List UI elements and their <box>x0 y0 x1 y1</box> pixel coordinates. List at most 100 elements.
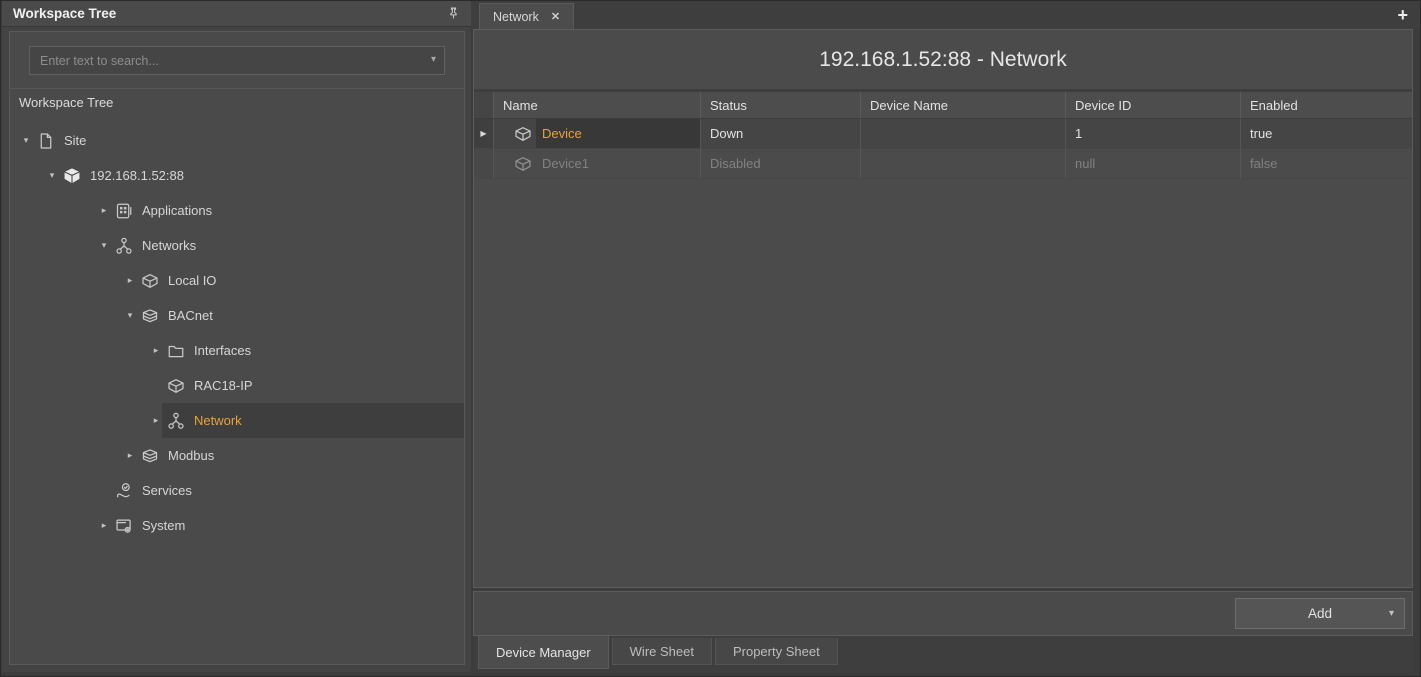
tree-item-site[interactable]: ▾ Site <box>10 123 464 158</box>
chevron-right-icon[interactable]: ▸ <box>150 415 162 426</box>
cell-status[interactable]: Disabled <box>701 149 861 179</box>
tree-item-bacnet[interactable]: ▾ BACnet <box>10 298 464 333</box>
cell-device-name[interactable] <box>861 119 1066 149</box>
cell-status[interactable]: Down <box>701 119 861 149</box>
tree-item-label: Site <box>64 133 86 148</box>
tree-item-192-168-1-52-88[interactable]: ▾ 192.168.1.52:88 <box>10 158 464 193</box>
new-tab-button[interactable]: + <box>1397 4 1408 26</box>
close-icon[interactable]: ✕ <box>551 10 560 23</box>
device-table-header: Name Status Device Name Device ID Enable… <box>474 92 1412 119</box>
table-row[interactable]: Device1 Disabled nullfalse <box>474 149 1412 179</box>
table-empty-area <box>474 179 1412 587</box>
tab-network[interactable]: Network ✕ <box>479 3 574 29</box>
tree-node: Modbus <box>136 438 464 473</box>
stack-icon <box>141 447 159 465</box>
chevron-right-icon[interactable]: ▸ <box>124 275 136 286</box>
row-header-cell[interactable]: ▶ <box>474 119 494 149</box>
chevron-down-icon[interactable]: ▾ <box>98 240 110 251</box>
view-tab-device-manager[interactable]: Device Manager <box>478 636 609 669</box>
search-input[interactable] <box>29 46 445 75</box>
page-title: 192.168.1.52:88 - Network <box>474 30 1412 92</box>
device-manager-view: 192.168.1.52:88 - Network Name Status De… <box>473 29 1413 588</box>
workspace-tree-panel-header: Workspace Tree <box>2 1 471 27</box>
io-device-icon <box>514 125 532 143</box>
name-highlight: Device1 <box>536 149 700 178</box>
tree-item-label: BACnet <box>168 308 213 323</box>
tree-node: Site <box>32 123 464 158</box>
tree-node: Interfaces <box>162 333 464 368</box>
tree-item-label: Network <box>194 413 242 428</box>
chevron-down-icon[interactable]: ▾ <box>1389 608 1394 619</box>
tree-item-networks[interactable]: ▾Networks <box>10 228 464 263</box>
app-window: Workspace Tree ▾ Workspace Tree ▾ Site ▾ 19… <box>0 0 1421 677</box>
tree-node: RAC18-IP <box>162 368 464 403</box>
tree-item-network[interactable]: ▸ Network <box>10 403 464 438</box>
folder-icon <box>167 342 185 360</box>
chevron-right-icon[interactable]: ▸ <box>98 520 110 531</box>
document-icon <box>37 132 55 150</box>
tree-item-label: 192.168.1.52:88 <box>90 168 184 183</box>
tree-item-system[interactable]: ▸System <box>10 508 464 543</box>
tree-item-label: Services <box>142 483 192 498</box>
workspace-tree: ▾Site▾192.168.1.52:88▸Applications▾Netwo… <box>10 115 464 543</box>
cell-name[interactable]: Device <box>494 119 701 149</box>
device-table-rows: ▶ DeviceDown 1true Device1 Disabled nullfalse <box>474 119 1412 179</box>
tree-item-rac18-ip[interactable]: RAC18-IP <box>10 368 464 403</box>
services-icon <box>115 482 133 500</box>
tree-item-modbus[interactable]: ▸Modbus <box>10 438 464 473</box>
io-device-icon <box>167 377 185 395</box>
add-button[interactable]: Add ▾ <box>1235 598 1405 629</box>
cell-device-id[interactable]: 1 <box>1066 119 1241 149</box>
network-icon <box>167 412 185 430</box>
tree-item-applications[interactable]: ▸Applications <box>10 193 464 228</box>
device-name-text: Device1 <box>542 156 589 171</box>
name-highlight: Device <box>536 119 700 148</box>
device-table: Name Status Device Name Device ID Enable… <box>474 92 1412 587</box>
document-tab-strip: Network ✕ + <box>471 1 1420 29</box>
column-header-device-id[interactable]: Device ID <box>1066 92 1241 118</box>
chevron-down-icon[interactable]: ▾ <box>124 310 136 321</box>
tree-item-label: Interfaces <box>194 343 251 358</box>
chevron-right-icon[interactable]: ▸ <box>150 345 162 356</box>
cell-enabled[interactable]: true <box>1241 119 1412 149</box>
tree-node: Applications <box>110 193 464 228</box>
tab-label: Network <box>493 10 539 24</box>
chevron-down-icon[interactable]: ▾ <box>46 170 58 181</box>
column-header-enabled[interactable]: Enabled <box>1241 92 1412 118</box>
chevron-right-icon[interactable]: ▸ <box>124 450 136 461</box>
cell-name[interactable]: Device1 <box>494 149 701 179</box>
chevron-down-icon[interactable]: ▾ <box>431 54 436 66</box>
tree-item-interfaces[interactable]: ▸ Interfaces <box>10 333 464 368</box>
io-device-icon <box>514 155 532 173</box>
tree-node: BACnet <box>136 298 464 333</box>
tree-node: Networks <box>110 228 464 263</box>
row-header-corner <box>474 92 494 118</box>
tree-item-services[interactable]: Services <box>10 473 464 508</box>
pin-icon[interactable] <box>445 6 461 22</box>
tree-node: System <box>110 508 464 543</box>
column-header-name[interactable]: Name <box>494 92 701 118</box>
column-header-device-name[interactable]: Device Name <box>861 92 1066 118</box>
chevron-right-icon[interactable]: ▸ <box>98 205 110 216</box>
column-header-status[interactable]: Status <box>701 92 861 118</box>
row-header-cell[interactable] <box>474 149 494 179</box>
tree-section-label: Workspace Tree <box>10 88 464 115</box>
table-row[interactable]: ▶ DeviceDown 1true <box>474 119 1412 149</box>
stack-icon <box>141 307 159 325</box>
view-tab-property-sheet[interactable]: Property Sheet <box>715 638 838 665</box>
applications-icon <box>115 202 133 220</box>
cell-enabled[interactable]: false <box>1241 149 1412 179</box>
cell-device-name[interactable] <box>861 149 1066 179</box>
tree-node: Services <box>110 473 464 508</box>
selected-row-pointer-icon: ▶ <box>480 129 486 138</box>
tree-item-local-io[interactable]: ▸ Local IO <box>10 263 464 298</box>
chevron-down-icon[interactable]: ▾ <box>20 135 32 146</box>
view-tab-wire-sheet[interactable]: Wire Sheet <box>612 638 712 665</box>
add-button-label: Add <box>1308 606 1332 621</box>
tree-item-label: Local IO <box>168 273 216 288</box>
workspace-tree-panel: Workspace Tree ▾ Workspace Tree ▾ Site ▾ 19… <box>2 1 471 672</box>
tree-item-label: RAC18-IP <box>194 378 253 393</box>
cell-device-id[interactable]: null <box>1066 149 1241 179</box>
action-bar: Add ▾ <box>473 591 1413 636</box>
search-box: ▾ <box>29 46 445 75</box>
